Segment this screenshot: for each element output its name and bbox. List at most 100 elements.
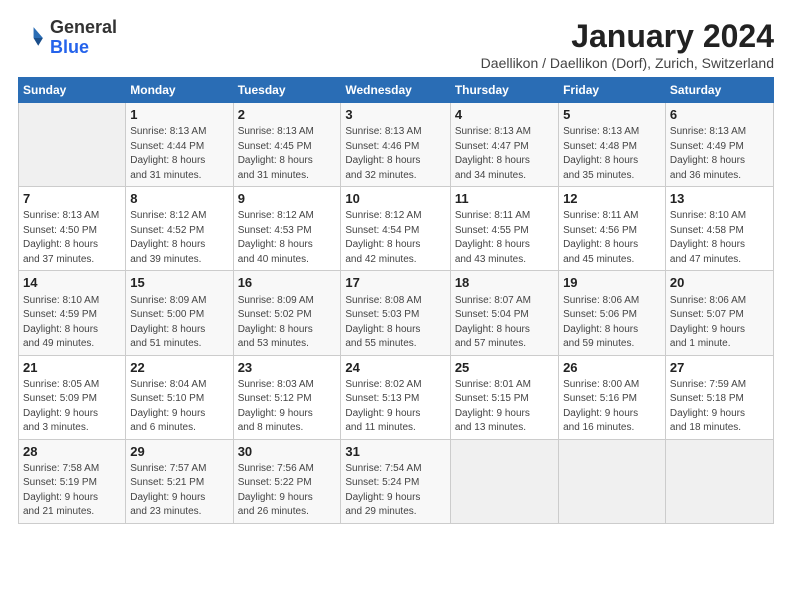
- calendar-cell: 8Sunrise: 8:12 AM Sunset: 4:52 PM Daylig…: [126, 187, 233, 271]
- day-info: Sunrise: 8:13 AM Sunset: 4:47 PM Dayligh…: [455, 125, 554, 183]
- day-info: Sunrise: 8:03 AM Sunset: 5:12 PM Dayligh…: [238, 378, 337, 436]
- day-info: Sunrise: 8:10 AM Sunset: 4:58 PM Dayligh…: [670, 209, 769, 267]
- day-number: 15: [130, 274, 228, 292]
- day-number: 22: [130, 359, 228, 377]
- column-header-saturday: Saturday: [665, 78, 773, 103]
- day-number: 2: [238, 106, 337, 124]
- day-number: 10: [345, 190, 445, 208]
- logo-general: General: [50, 17, 117, 37]
- calendar: SundayMondayTuesdayWednesdayThursdayFrid…: [18, 77, 774, 524]
- day-info: Sunrise: 7:58 AM Sunset: 5:19 PM Dayligh…: [23, 462, 121, 520]
- calendar-week-2: 7Sunrise: 8:13 AM Sunset: 4:50 PM Daylig…: [19, 187, 774, 271]
- calendar-header: SundayMondayTuesdayWednesdayThursdayFrid…: [19, 78, 774, 103]
- day-number: 9: [238, 190, 337, 208]
- day-info: Sunrise: 8:11 AM Sunset: 4:55 PM Dayligh…: [455, 209, 554, 267]
- day-number: 28: [23, 443, 121, 461]
- day-number: 27: [670, 359, 769, 377]
- day-info: Sunrise: 8:08 AM Sunset: 5:03 PM Dayligh…: [345, 294, 445, 352]
- day-number: 14: [23, 274, 121, 292]
- day-info: Sunrise: 8:12 AM Sunset: 4:53 PM Dayligh…: [238, 209, 337, 267]
- logo-blue: Blue: [50, 37, 89, 57]
- day-number: 19: [563, 274, 661, 292]
- day-info: Sunrise: 7:59 AM Sunset: 5:18 PM Dayligh…: [670, 378, 769, 436]
- day-number: 31: [345, 443, 445, 461]
- calendar-header-row: SundayMondayTuesdayWednesdayThursdayFrid…: [19, 78, 774, 103]
- calendar-cell: 10Sunrise: 8:12 AM Sunset: 4:54 PM Dayli…: [341, 187, 450, 271]
- calendar-cell: 1Sunrise: 8:13 AM Sunset: 4:44 PM Daylig…: [126, 103, 233, 187]
- day-number: 13: [670, 190, 769, 208]
- day-number: 8: [130, 190, 228, 208]
- day-info: Sunrise: 8:11 AM Sunset: 4:56 PM Dayligh…: [563, 209, 661, 267]
- day-info: Sunrise: 8:04 AM Sunset: 5:10 PM Dayligh…: [130, 378, 228, 436]
- day-number: 12: [563, 190, 661, 208]
- day-number: 4: [455, 106, 554, 124]
- day-number: 18: [455, 274, 554, 292]
- logo: General Blue: [18, 18, 117, 58]
- day-info: Sunrise: 8:07 AM Sunset: 5:04 PM Dayligh…: [455, 294, 554, 352]
- column-header-wednesday: Wednesday: [341, 78, 450, 103]
- calendar-week-3: 14 Sunrise: 8:10 AM Sunset: 4:59 PM Dayli…: [19, 271, 774, 355]
- calendar-cell: 27Sunrise: 7:59 AM Sunset: 5:18 PM Dayli…: [665, 355, 773, 439]
- calendar-cell: 17 Sunrise: 8:08 AM Sunset: 5:03 PM Dayli…: [341, 271, 450, 355]
- day-number: 17: [345, 274, 445, 292]
- calendar-body: 1Sunrise: 8:13 AM Sunset: 4:44 PM Daylig…: [19, 103, 774, 524]
- day-info: Sunrise: 8:13 AM Sunset: 4:48 PM Dayligh…: [563, 125, 661, 183]
- calendar-cell: 22Sunrise: 8:04 AM Sunset: 5:10 PM Dayli…: [126, 355, 233, 439]
- calendar-cell: 4Sunrise: 8:13 AM Sunset: 4:47 PM Daylig…: [450, 103, 558, 187]
- calendar-cell: [19, 103, 126, 187]
- calendar-cell: 16Sunrise: 8:09 AM Sunset: 5:02 PM Dayli…: [233, 271, 341, 355]
- calendar-cell: 12Sunrise: 8:11 AM Sunset: 4:56 PM Dayli…: [559, 187, 666, 271]
- day-number: 11: [455, 190, 554, 208]
- calendar-cell: 15 Sunrise: 8:09 AM Sunset: 5:00 PM Dayli…: [126, 271, 233, 355]
- day-number: 23: [238, 359, 337, 377]
- column-header-friday: Friday: [559, 78, 666, 103]
- day-info: Sunrise: 8:13 AM Sunset: 4:44 PM Dayligh…: [130, 125, 228, 183]
- logo-icon: [18, 24, 46, 52]
- column-header-tuesday: Tuesday: [233, 78, 341, 103]
- day-info: Sunrise: 8:00 AM Sunset: 5:16 PM Dayligh…: [563, 378, 661, 436]
- day-number: 7: [23, 190, 121, 208]
- day-info: Sunrise: 8:06 AM Sunset: 5:07 PM Dayligh…: [670, 294, 769, 352]
- day-number: 5: [563, 106, 661, 124]
- day-info: Sunrise: 7:57 AM Sunset: 5:21 PM Dayligh…: [130, 462, 228, 520]
- calendar-cell: [450, 439, 558, 523]
- day-number: 20: [670, 274, 769, 292]
- calendar-cell: 31Sunrise: 7:54 AM Sunset: 5:24 PM Dayli…: [341, 439, 450, 523]
- calendar-cell: 18 Sunrise: 8:07 AM Sunset: 5:04 PM Dayli…: [450, 271, 558, 355]
- day-number: 30: [238, 443, 337, 461]
- page-subtitle: Daellikon / Daellikon (Dorf), Zurich, Sw…: [481, 55, 774, 71]
- calendar-week-4: 21Sunrise: 8:05 AM Sunset: 5:09 PM Dayli…: [19, 355, 774, 439]
- header: General Blue January 2024 Daellikon / Da…: [18, 18, 774, 71]
- calendar-cell: 3Sunrise: 8:13 AM Sunset: 4:46 PM Daylig…: [341, 103, 450, 187]
- day-number: 16: [238, 274, 337, 292]
- calendar-cell: 24Sunrise: 8:02 AM Sunset: 5:13 PM Dayli…: [341, 355, 450, 439]
- day-number: 3: [345, 106, 445, 124]
- calendar-cell: 5Sunrise: 8:13 AM Sunset: 4:48 PM Daylig…: [559, 103, 666, 187]
- day-number: 26: [563, 359, 661, 377]
- column-header-thursday: Thursday: [450, 78, 558, 103]
- day-number: 25: [455, 359, 554, 377]
- column-header-sunday: Sunday: [19, 78, 126, 103]
- day-info: Sunrise: 7:56 AM Sunset: 5:22 PM Dayligh…: [238, 462, 337, 520]
- day-info: Sunrise: 8:06 AM Sunset: 5:06 PM Dayligh…: [563, 294, 661, 352]
- day-info: Sunrise: 8:12 AM Sunset: 4:54 PM Dayligh…: [345, 209, 445, 267]
- logo-text: General Blue: [50, 18, 117, 58]
- calendar-week-1: 1Sunrise: 8:13 AM Sunset: 4:44 PM Daylig…: [19, 103, 774, 187]
- page: General Blue January 2024 Daellikon / Da…: [0, 0, 792, 612]
- calendar-cell: [665, 439, 773, 523]
- column-header-monday: Monday: [126, 78, 233, 103]
- day-info: Sunrise: 8:13 AM Sunset: 4:50 PM Dayligh…: [23, 209, 121, 267]
- calendar-cell: 25Sunrise: 8:01 AM Sunset: 5:15 PM Dayli…: [450, 355, 558, 439]
- day-info: Sunrise: 8:09 AM Sunset: 5:00 PM Dayligh…: [130, 294, 228, 352]
- calendar-cell: 9Sunrise: 8:12 AM Sunset: 4:53 PM Daylig…: [233, 187, 341, 271]
- day-number: 29: [130, 443, 228, 461]
- calendar-cell: 23Sunrise: 8:03 AM Sunset: 5:12 PM Dayli…: [233, 355, 341, 439]
- calendar-cell: 7Sunrise: 8:13 AM Sunset: 4:50 PM Daylig…: [19, 187, 126, 271]
- calendar-cell: [559, 439, 666, 523]
- day-info: Sunrise: 8:10 AM Sunset: 4:59 PM Dayligh…: [23, 294, 121, 352]
- calendar-cell: 26Sunrise: 8:00 AM Sunset: 5:16 PM Dayli…: [559, 355, 666, 439]
- day-info: Sunrise: 8:12 AM Sunset: 4:52 PM Dayligh…: [130, 209, 228, 267]
- calendar-cell: 21Sunrise: 8:05 AM Sunset: 5:09 PM Dayli…: [19, 355, 126, 439]
- calendar-cell: 28Sunrise: 7:58 AM Sunset: 5:19 PM Dayli…: [19, 439, 126, 523]
- day-info: Sunrise: 8:13 AM Sunset: 4:49 PM Dayligh…: [670, 125, 769, 183]
